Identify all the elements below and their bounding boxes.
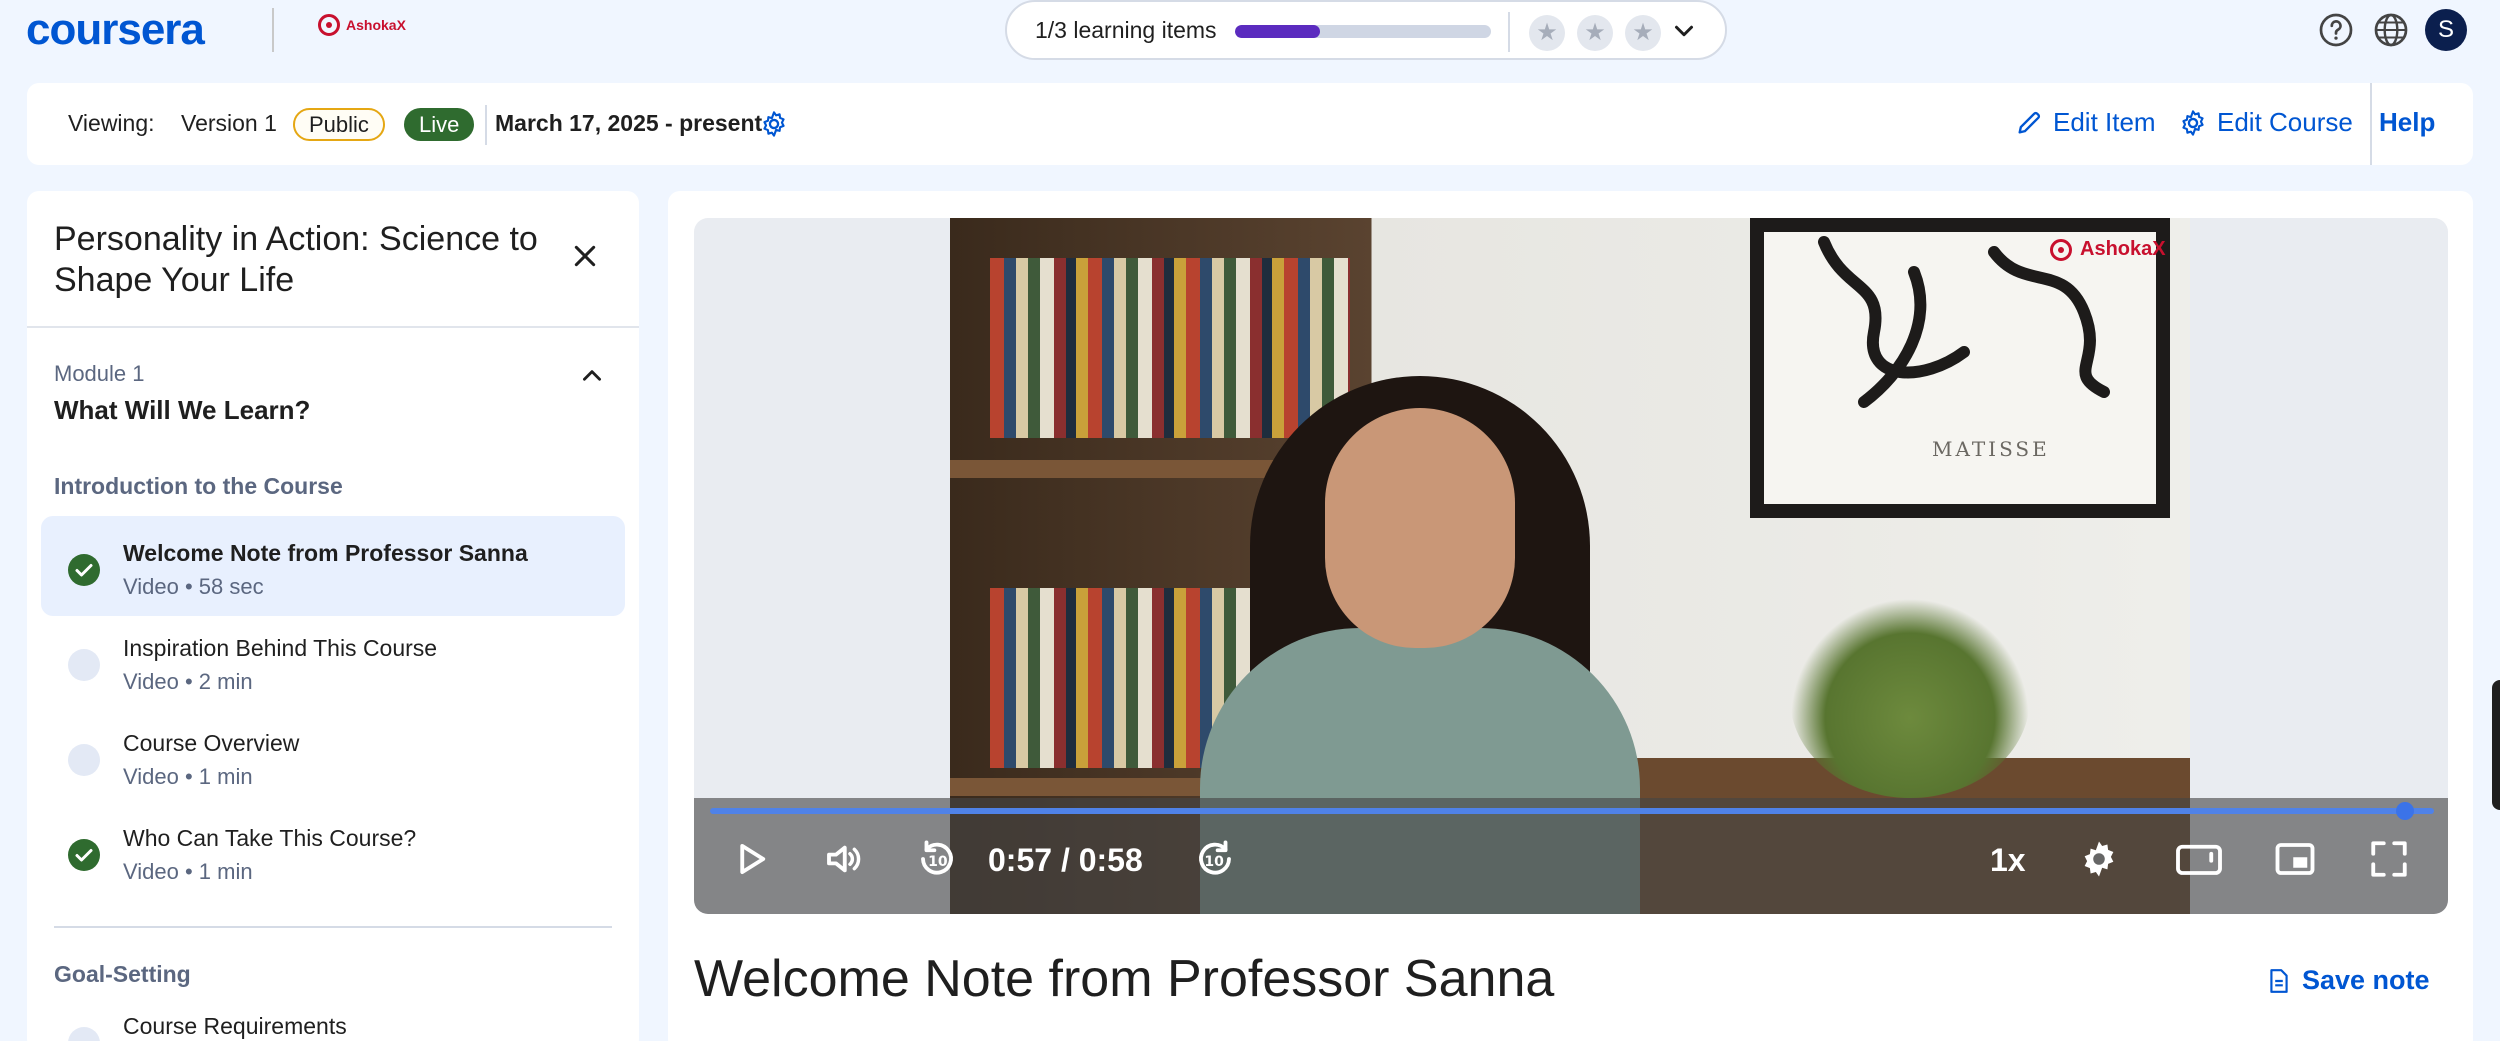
- date-range: March 17, 2025 - present: [495, 110, 763, 136]
- ashoka-logo-icon: [2050, 238, 2072, 261]
- video-player[interactable]: MATISSE AshokaX 10 0:57 / 0:58 10 1x: [694, 218, 2448, 914]
- version-bar: Viewing: Version 1 Public Live March 17,…: [27, 83, 2473, 165]
- incomplete-circle-icon: [68, 744, 100, 776]
- visibility-badge: Public: [293, 108, 385, 141]
- help-icon[interactable]: [2318, 12, 2354, 48]
- sidebar-divider: [27, 326, 639, 328]
- version-label: Version 1: [181, 110, 277, 136]
- globe-icon[interactable]: [2373, 12, 2409, 48]
- play-icon[interactable]: [730, 838, 772, 880]
- coursera-logo[interactable]: coursera: [26, 6, 205, 54]
- rating-star-icon[interactable]: ★: [1625, 15, 1661, 51]
- progress-bar: [1235, 25, 1491, 38]
- video-watermark: AshokaX: [2050, 238, 2166, 261]
- rewind-10-icon[interactable]: 10: [916, 838, 958, 880]
- version-divider: [485, 105, 487, 145]
- gear-icon: [2182, 109, 2204, 136]
- svg-text:10: 10: [928, 854, 948, 870]
- playback-time: 0:57 / 0:58: [988, 842, 1143, 878]
- volume-icon[interactable]: [822, 838, 864, 880]
- settings-gear-icon[interactable]: [760, 110, 788, 138]
- playback-speed-button[interactable]: 1x: [1990, 842, 2026, 879]
- seek-bar[interactable]: [710, 808, 2434, 814]
- lesson-item-title: Welcome Note from Professor Sanna: [123, 540, 528, 566]
- module-label: Module 1: [54, 361, 145, 386]
- chevron-up-icon[interactable]: [579, 363, 605, 389]
- edit-item-button[interactable]: Edit Item: [2015, 107, 2156, 138]
- lesson-item-inspiration[interactable]: Inspiration Behind This Course Video • 2…: [41, 611, 625, 711]
- painting-caption: MATISSE: [1932, 437, 2050, 461]
- watermark-text: AshokaX: [2080, 238, 2166, 260]
- completed-check-icon: [68, 554, 100, 586]
- edit-course-label: Edit Course: [2217, 107, 2353, 137]
- ashoka-logo-icon: [318, 14, 340, 36]
- pill-divider: [1508, 12, 1510, 52]
- incomplete-circle-icon: [68, 649, 100, 681]
- rating-star-icon[interactable]: ★: [1529, 15, 1565, 51]
- chevron-down-icon[interactable]: [1669, 16, 1699, 46]
- lesson-item-title: Inspiration Behind This Course: [123, 635, 438, 661]
- rating-star-icon[interactable]: ★: [1577, 15, 1613, 51]
- lesson-item-meta: Video • 2 min: [123, 669, 253, 694]
- lesson-item-meta: Video • 1 min: [123, 764, 253, 789]
- module-title[interactable]: What Will We Learn?: [54, 395, 310, 426]
- progress-bar-fill: [1235, 25, 1321, 38]
- svg-text:10: 10: [1204, 854, 1224, 870]
- user-avatar[interactable]: S: [2425, 9, 2467, 51]
- logo-divider: [272, 8, 274, 52]
- lesson-item-meta: Video • 1 min: [123, 859, 253, 884]
- theater-mode-icon[interactable]: [2174, 838, 2224, 880]
- side-panel-handle[interactable]: [2492, 680, 2500, 810]
- close-icon[interactable]: [572, 243, 598, 269]
- edit-course-button[interactable]: Edit Course: [2179, 107, 2353, 138]
- picture-in-picture-icon[interactable]: [2274, 838, 2316, 880]
- seek-thumb[interactable]: [2395, 802, 2414, 820]
- bookshelf-books: [990, 258, 1350, 438]
- completed-check-icon: [68, 839, 100, 871]
- course-title: Personality in Action: Science to Shape …: [54, 220, 538, 299]
- lesson-item-welcome-note[interactable]: Welcome Note from Professor Sanna Video …: [41, 516, 625, 616]
- lesson-item-title: Who Can Take This Course?: [123, 825, 417, 851]
- viewing-label: Viewing:: [68, 110, 155, 136]
- learning-progress-pill[interactable]: 1/3 learning items ★ ★ ★: [1005, 0, 1727, 60]
- status-badge: Live: [404, 108, 475, 141]
- course-outline-sidebar: Personality in Action: Science to Shape …: [27, 191, 639, 1041]
- partner-logo[interactable]: AshokaX: [318, 14, 406, 36]
- progress-text: 1/3 learning items: [1035, 17, 1217, 43]
- settings-gear-icon[interactable]: [2078, 838, 2120, 880]
- plant: [1790, 598, 2030, 798]
- fullscreen-icon[interactable]: [2368, 838, 2410, 880]
- presenter-face: [1325, 408, 1515, 648]
- incomplete-circle-icon: [68, 1027, 100, 1041]
- section-label: Introduction to the Course: [54, 473, 343, 499]
- lesson-item-course-overview[interactable]: Course Overview Video • 1 min: [41, 706, 625, 806]
- section-label: Goal-Setting: [54, 961, 191, 987]
- lesson-item-course-requirements[interactable]: Course Requirements: [41, 989, 625, 1041]
- lesson-item-title: Course Requirements: [123, 1013, 347, 1039]
- lesson-item-title: Course Overview: [123, 730, 300, 756]
- help-divider: [2370, 83, 2372, 165]
- pencil-icon: [2018, 111, 2041, 133]
- forward-10-icon[interactable]: 10: [1194, 838, 1236, 880]
- edit-item-label: Edit Item: [2053, 107, 2156, 137]
- save-note-button[interactable]: Save note: [2268, 965, 2430, 996]
- top-header: coursera AshokaX 1/3 learning items ★ ★ …: [0, 0, 2500, 60]
- help-link[interactable]: Help: [2379, 107, 2435, 138]
- main-content: MATISSE AshokaX 10 0:57 / 0:58 10 1x Wel…: [668, 191, 2473, 1041]
- lesson-item-who-can-take[interactable]: Who Can Take This Course? Video • 1 min: [41, 801, 625, 901]
- document-icon: [2270, 968, 2288, 993]
- lesson-item-meta: Video • 58 sec: [123, 574, 264, 599]
- lesson-title: Welcome Note from Professor Sanna: [694, 950, 1555, 1008]
- painting-frame: MATISSE: [1750, 218, 2170, 518]
- partner-name: AshokaX: [346, 17, 406, 33]
- save-note-label: Save note: [2302, 965, 2430, 995]
- section-divider: [54, 926, 612, 928]
